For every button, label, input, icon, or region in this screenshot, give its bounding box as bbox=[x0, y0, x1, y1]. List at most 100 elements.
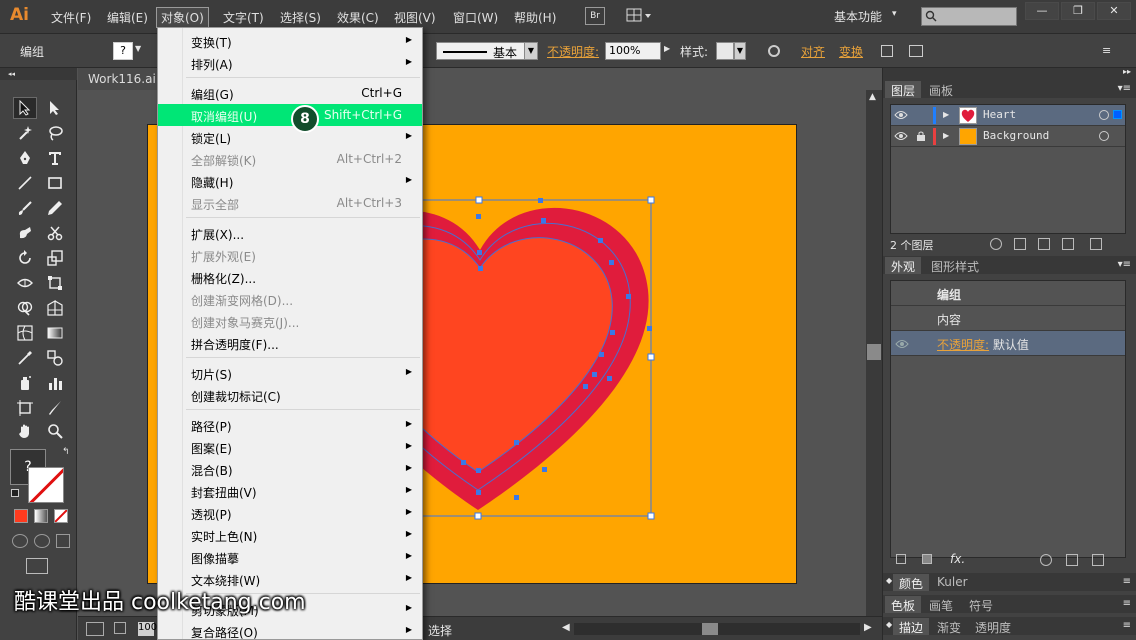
pen-tool[interactable] bbox=[13, 147, 37, 169]
eye-icon[interactable] bbox=[895, 338, 909, 350]
expand-icon[interactable]: ◆ bbox=[886, 576, 892, 585]
opacity-link[interactable]: 不透明度: bbox=[937, 338, 989, 352]
trash-icon[interactable] bbox=[1092, 554, 1104, 566]
menu-item-rasterize[interactable]: 栅格化(Z)... bbox=[158, 266, 422, 288]
menu-edit[interactable]: 编辑(E) bbox=[103, 8, 152, 27]
chevron-down-icon[interactable]: ▼ bbox=[734, 42, 746, 60]
gradient-tool[interactable] bbox=[43, 322, 67, 344]
menu-object[interactable]: 对象(O) bbox=[156, 7, 209, 28]
direct-selection-tool[interactable] bbox=[43, 97, 67, 119]
swap-fill-stroke-icon[interactable]: ↰ bbox=[62, 447, 70, 457]
expand-triangle-icon[interactable]: ▶ bbox=[943, 110, 949, 119]
selection-indicator[interactable] bbox=[1113, 110, 1122, 119]
tab-gradient[interactable]: 渐变 bbox=[931, 618, 967, 635]
blend-tool[interactable] bbox=[43, 347, 67, 369]
arrange-icon[interactable] bbox=[909, 45, 923, 57]
draw-normal-icon[interactable] bbox=[12, 534, 28, 548]
align-link[interactable]: 对齐 bbox=[801, 43, 825, 60]
none-mode-button[interactable] bbox=[54, 509, 68, 523]
stroke-profile-dropdown[interactable]: 基本 bbox=[436, 42, 530, 60]
menu-type[interactable]: 文字(T) bbox=[219, 8, 268, 27]
menu-item-hide[interactable]: 隐藏(H) ▶ bbox=[158, 170, 422, 192]
tab-graphic-styles[interactable]: 图形样式 bbox=[925, 257, 985, 274]
menu-item-unlock-all[interactable]: 全部解锁(K) Alt+Ctrl+2 bbox=[158, 148, 422, 170]
menu-item-compound-path[interactable]: 复合路径(O) ▶ bbox=[158, 620, 422, 640]
menu-item-transform[interactable]: 变换(T) ▶ bbox=[158, 30, 422, 52]
document-tab[interactable]: Work116.ai bbox=[78, 68, 158, 90]
appearance-row-opacity[interactable]: 不透明度: 默认值 bbox=[891, 331, 1125, 356]
close-button[interactable]: ✕ bbox=[1097, 2, 1131, 20]
horizontal-scrollbar[interactable] bbox=[574, 623, 860, 635]
horizontal-scroll-thumb[interactable] bbox=[702, 623, 718, 635]
artboard-tool[interactable] bbox=[13, 397, 37, 419]
fill-swatch[interactable]: ? bbox=[113, 42, 133, 60]
menu-item-arrange[interactable]: 排列(A) ▶ bbox=[158, 52, 422, 74]
blob-brush-tool[interactable] bbox=[13, 222, 37, 244]
menu-effect[interactable]: 效果(C) bbox=[333, 8, 383, 27]
trash-icon[interactable] bbox=[1090, 238, 1102, 250]
tab-layers[interactable]: 图层 bbox=[885, 81, 922, 98]
panel-menu-icon[interactable]: ≡ bbox=[1123, 598, 1131, 609]
vertical-scroll-thumb[interactable] bbox=[867, 344, 881, 360]
eye-icon[interactable] bbox=[894, 109, 908, 121]
transform-link[interactable]: 变换 bbox=[839, 43, 863, 60]
menu-item-image-trace[interactable]: 图像描摹 ▶ bbox=[158, 546, 422, 568]
maximize-button[interactable]: ❐ bbox=[1061, 2, 1095, 20]
menu-item-live-paint[interactable]: 实时上色(N) ▶ bbox=[158, 524, 422, 546]
mesh-tool[interactable] bbox=[13, 322, 37, 344]
menu-window[interactable]: 窗口(W) bbox=[449, 8, 502, 27]
menu-item-envelope-distort[interactable]: 封套扭曲(V) ▶ bbox=[158, 480, 422, 502]
panel-menu-icon[interactable]: ▾≡ bbox=[1118, 259, 1131, 270]
tab-transparency[interactable]: 透明度 bbox=[969, 618, 1017, 635]
dock-header[interactable]: ▸▸ bbox=[883, 67, 1136, 80]
add-stroke-icon[interactable] bbox=[896, 554, 906, 564]
menu-view[interactable]: 视图(V) bbox=[390, 8, 440, 27]
layer-name[interactable]: Heart bbox=[983, 108, 1016, 121]
bridge-button[interactable]: Br bbox=[585, 7, 605, 25]
locate-object-icon[interactable] bbox=[990, 238, 1002, 250]
menu-item-create-object-mosaic[interactable]: 创建对象马赛克(J)... bbox=[158, 310, 422, 332]
duplicate-item-icon[interactable] bbox=[1066, 554, 1078, 566]
menu-item-expand-appearance[interactable]: 扩展外观(E) bbox=[158, 244, 422, 266]
layer-row-heart[interactable]: ▶ Heart bbox=[891, 105, 1125, 126]
color-mode-button[interactable] bbox=[14, 509, 28, 523]
paintbrush-tool[interactable] bbox=[13, 197, 37, 219]
chevron-right-icon[interactable]: ▶ bbox=[664, 44, 670, 53]
tab-symbols[interactable]: 符号 bbox=[963, 596, 999, 613]
collapse-icon[interactable]: ▸▸ bbox=[1123, 67, 1131, 76]
vertical-scrollbar[interactable]: ▲ bbox=[866, 90, 882, 616]
isolate-group-icon[interactable] bbox=[881, 45, 893, 57]
clear-appearance-icon[interactable] bbox=[1040, 554, 1052, 566]
scroll-left-icon[interactable]: ◀ bbox=[562, 622, 570, 633]
recolor-artwork-icon[interactable] bbox=[768, 45, 780, 57]
stroke-color-box[interactable] bbox=[28, 467, 64, 503]
menu-item-group[interactable]: 编组(G) Ctrl+G bbox=[158, 82, 422, 104]
tab-color[interactable]: 颜色 bbox=[893, 574, 930, 591]
menu-item-lock[interactable]: 锁定(L) ▶ bbox=[158, 126, 422, 148]
panel-menu-icon[interactable]: ≡ bbox=[1123, 620, 1131, 631]
arrange-documents-button[interactable] bbox=[626, 8, 652, 24]
free-transform-tool[interactable] bbox=[43, 272, 67, 294]
target-circle-icon[interactable] bbox=[1099, 110, 1109, 120]
perspective-grid-tool[interactable] bbox=[43, 297, 67, 319]
clipping-mask-icon[interactable] bbox=[1014, 238, 1026, 250]
appearance-row-contents[interactable]: 内容 bbox=[891, 306, 1125, 331]
layer-row-background[interactable]: ▶ Background bbox=[891, 126, 1125, 147]
scissors-tool[interactable] bbox=[43, 222, 67, 244]
lock-icon[interactable] bbox=[916, 131, 926, 141]
selection-tool[interactable] bbox=[13, 97, 37, 119]
menu-select[interactable]: 选择(S) bbox=[276, 8, 325, 27]
scroll-right-icon[interactable]: ▶ bbox=[864, 622, 872, 633]
chevron-down-icon[interactable]: ▼ bbox=[524, 42, 538, 60]
column-graph-tool[interactable] bbox=[43, 372, 67, 394]
add-effect-button[interactable]: fx. bbox=[950, 552, 965, 566]
menu-item-perspective[interactable]: 透视(P) ▶ bbox=[158, 502, 422, 524]
zoom-level[interactable]: 100 bbox=[138, 622, 157, 636]
layer-name[interactable]: Background bbox=[983, 129, 1049, 142]
search-input[interactable] bbox=[921, 7, 1017, 26]
menu-item-slice[interactable]: 切片(S) ▶ bbox=[158, 362, 422, 384]
symbol-sprayer-tool[interactable] bbox=[13, 372, 37, 394]
shape-builder-tool[interactable] bbox=[13, 297, 37, 319]
rectangle-tool[interactable] bbox=[43, 172, 67, 194]
menu-item-show-all[interactable]: 显示全部 Alt+Ctrl+3 bbox=[158, 192, 422, 214]
